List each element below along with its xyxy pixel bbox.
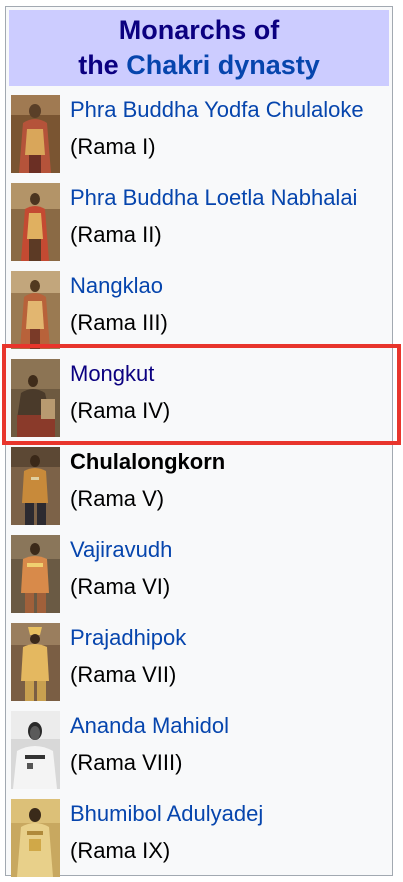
monarch-entry-rama-5: Chulalongkorn (Rama V) (11, 447, 391, 527)
monarch-entry-rama-4: Mongkut (Rama IV) (11, 359, 391, 439)
navbox-title: Monarchs of the Chakri dynasty (9, 10, 389, 86)
regnal-name-rama-2: (Rama II) (70, 222, 162, 247)
portrait-rama-8[interactable] (11, 711, 60, 789)
regnal-name-rama-6: (Rama VI) (70, 574, 171, 599)
regnal-name-rama-5: (Rama V) (70, 486, 165, 511)
regnal-name-rama-3: (Rama III) (70, 310, 168, 335)
monarch-entry-rama-7: Prajadhipok (Rama VII) (11, 623, 391, 703)
portrait-rama-9[interactable] (11, 799, 60, 877)
monarch-entry-rama-8: Ananda Mahidol (Rama VIII) (11, 711, 391, 791)
portrait-rama-1[interactable] (11, 95, 60, 173)
portrait-rama-2[interactable] (11, 183, 60, 261)
monarch-entry-rama-3: Nangklao (Rama III) (11, 271, 391, 351)
monarch-name-rama-7[interactable]: Prajadhipok (70, 623, 186, 653)
portrait-rama-4[interactable] (11, 359, 60, 437)
regnal-name-rama-1: (Rama I) (70, 134, 156, 159)
title-prefix: the (78, 50, 119, 80)
chakri-dynasty-link[interactable]: Chakri dynasty (126, 50, 320, 80)
monarch-entry-rama-9: Bhumibol Adulyadej (Rama IX) (11, 799, 391, 879)
monarch-name-rama-5: Chulalongkorn (70, 449, 226, 474)
regnal-name-rama-9: (Rama IX) (70, 838, 171, 863)
monarchs-navbox: Monarchs of the Chakri dynasty Phra Budd… (5, 6, 393, 879)
monarch-entry-rama-1: Phra Buddha Yodfa Chulaloke (Rama I) (11, 95, 391, 175)
portrait-rama-6[interactable] (11, 535, 60, 613)
portrait-rama-5[interactable] (11, 447, 60, 525)
portrait-rama-7[interactable] (11, 623, 60, 701)
regnal-name-rama-7: (Rama VII) (70, 662, 177, 687)
monarch-name-rama-6[interactable]: Vajiravudh (70, 535, 172, 565)
monarch-name-rama-8[interactable]: Ananda Mahidol (70, 711, 229, 741)
portrait-rama-3[interactable] (11, 271, 60, 349)
monarch-name-rama-4[interactable]: Mongkut (70, 359, 154, 389)
monarch-name-rama-9[interactable]: Bhumibol Adulyadej (70, 799, 263, 829)
regnal-name-rama-4: (Rama IV) (70, 398, 171, 423)
monarch-entry-rama-2: Phra Buddha Loetla Nabhalai (Rama II) (11, 183, 391, 263)
regnal-name-rama-8: (Rama VIII) (70, 750, 183, 775)
monarch-name-rama-1[interactable]: Phra Buddha Yodfa Chulaloke (70, 95, 364, 125)
title-line-1: Monarchs of (118, 15, 280, 45)
monarch-entry-rama-6: Vajiravudh (Rama VI) (11, 535, 391, 615)
monarch-name-rama-2[interactable]: Phra Buddha Loetla Nabhalai (70, 183, 357, 213)
monarch-name-rama-3[interactable]: Nangklao (70, 271, 163, 301)
title-line-2: the Chakri dynasty (9, 48, 389, 83)
